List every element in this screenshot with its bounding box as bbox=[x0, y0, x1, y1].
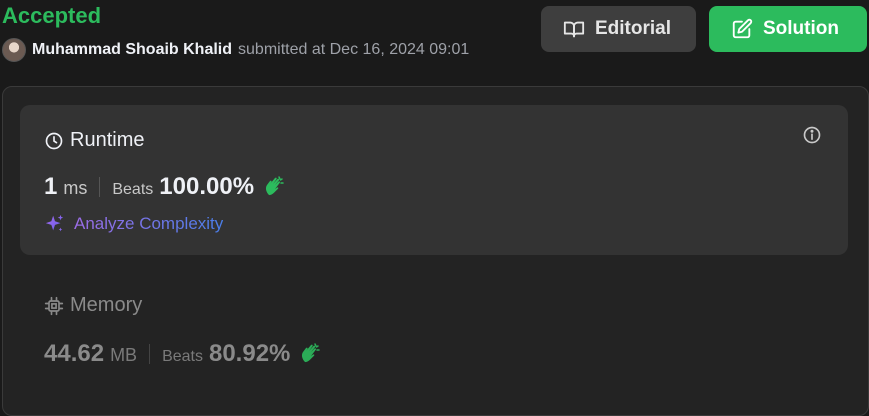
runtime-beats-label: Beats bbox=[112, 181, 154, 198]
edit-icon bbox=[732, 18, 753, 39]
runtime-header: Runtime bbox=[44, 129, 144, 152]
submitted-timestamp: submitted at Dec 16, 2024 09:01 bbox=[238, 41, 470, 58]
analyze-complexity-label: Analyze Complexity bbox=[74, 214, 224, 233]
runtime-card[interactable]: Runtime 1 ms Beats 100.00% Analyze Compl… bbox=[20, 105, 848, 255]
divider bbox=[99, 177, 101, 197]
solution-label: Solution bbox=[763, 18, 839, 39]
runtime-values: 1 ms Beats 100.00% bbox=[44, 173, 286, 201]
clap-icon bbox=[302, 343, 321, 363]
info-icon[interactable] bbox=[802, 125, 822, 145]
submission-meta: Muhammad Shoaib Khalid submitted at Dec … bbox=[2, 38, 469, 62]
memory-value: 44.62 bbox=[44, 340, 105, 367]
sparkle-icon bbox=[45, 214, 64, 232]
clock-icon bbox=[45, 132, 63, 149]
memory-title: Memory bbox=[70, 294, 143, 316]
runtime-title: Runtime bbox=[70, 129, 145, 151]
memory-header: Memory bbox=[44, 294, 142, 317]
solution-button[interactable]: Solution bbox=[709, 6, 867, 52]
editorial-label: Editorial bbox=[595, 18, 672, 39]
memory-beats-value: 80.92% bbox=[208, 340, 291, 367]
book-icon bbox=[563, 21, 585, 38]
memory-unit: MB bbox=[110, 345, 138, 365]
runtime-beats-value: 100.00% bbox=[159, 173, 255, 200]
status-accepted: Accepted bbox=[2, 3, 102, 28]
memory-values: 44.62 MB Beats 80.92% bbox=[44, 340, 322, 368]
runtime-unit: ms bbox=[63, 178, 88, 198]
editorial-button[interactable]: Editorial bbox=[541, 6, 696, 52]
runtime-value: 1 bbox=[44, 173, 58, 200]
analyze-complexity-button[interactable]: Analyze Complexity bbox=[44, 213, 223, 235]
chip-icon bbox=[44, 296, 64, 315]
memory-section[interactable]: Memory 44.62 MB Beats 80.92% bbox=[44, 294, 321, 367]
divider bbox=[149, 344, 151, 364]
avatar[interactable] bbox=[2, 38, 26, 62]
username[interactable]: Muhammad Shoaib Khalid bbox=[32, 41, 232, 59]
clap-icon bbox=[265, 176, 284, 196]
memory-beats-label: Beats bbox=[162, 348, 203, 365]
